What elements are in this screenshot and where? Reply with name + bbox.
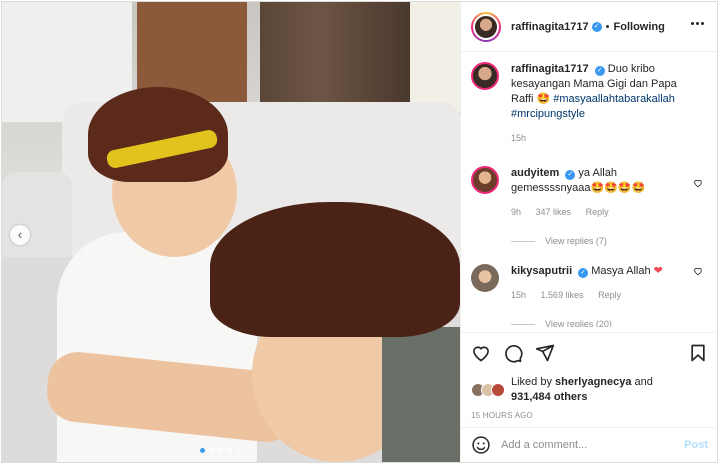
carousel-dots: [200, 448, 241, 453]
comment-time: 15h: [511, 290, 527, 300]
comment-row: audyitem ✓ ya Allah gemessssnyaaa🤩🤩🤩🤩 9h…: [471, 166, 707, 220]
heart-icon[interactable]: [693, 266, 703, 276]
replies-line: [511, 240, 535, 242]
comment-text: Masya Allah: [591, 265, 651, 277]
likers-avatars: [471, 383, 505, 397]
caption-avatar[interactable]: [471, 62, 499, 90]
liked-by-prefix: Liked by: [511, 376, 552, 388]
carousel-dot[interactable]: [227, 448, 232, 453]
add-comment-bar: Post: [461, 427, 718, 462]
more-icon[interactable]: [691, 22, 707, 34]
liker-avatar: [491, 383, 505, 397]
verified-icon: ✓: [594, 66, 605, 76]
caption-username[interactable]: raffinagita1717: [511, 63, 589, 75]
verified-icon: ✓: [591, 21, 602, 32]
comments-list: raffinagita1717 ✓ Duo kribo kesayangan M…: [461, 52, 717, 327]
caption-time: 15h: [511, 133, 527, 143]
commenter-avatar[interactable]: [471, 166, 499, 194]
comment-likes[interactable]: 1.569 likes: [541, 290, 584, 300]
emoji-icon[interactable]: [471, 435, 491, 455]
comment-meta: 15h 1.569 likes Reply: [511, 288, 663, 303]
comment-meta: 9h 347 likes Reply: [511, 205, 691, 220]
post-timestamp[interactable]: 15 HOURS AGO: [471, 411, 708, 420]
view-replies-button[interactable]: View replies (20): [511, 319, 707, 327]
view-replies-label: View replies (7): [545, 236, 607, 246]
bookmark-icon[interactable]: [688, 343, 708, 363]
likes-summary: Liked by sherlyagnecya and 931,484 other…: [471, 375, 708, 405]
commenter-username[interactable]: kikysaputrii: [511, 265, 572, 277]
view-replies-button[interactable]: View replies (7): [511, 236, 707, 246]
commenter-username[interactable]: audyitem: [511, 167, 559, 179]
commenter-avatar[interactable]: [471, 264, 499, 292]
comment-row: kikysaputrii ✓ Masya Allah ❤ 15h 1.569 l…: [471, 264, 707, 303]
comment-body: kikysaputrii ✓ Masya Allah ❤ 15h 1.569 l…: [511, 264, 679, 303]
post-side-panel: raffinagita1717 ✓ • Following raffinagit…: [460, 2, 718, 462]
author-avatar-image: [473, 13, 499, 40]
background-window: [410, 2, 460, 112]
carousel-dot[interactable]: [236, 448, 241, 453]
reply-button[interactable]: Reply: [586, 207, 609, 217]
caption-row: raffinagita1717 ✓ Duo kribo kesayangan M…: [471, 62, 707, 146]
verified-icon: ✓: [565, 170, 576, 180]
younger-boy-wig: [210, 202, 460, 337]
comment-body: audyitem ✓ ya Allah gemessssnyaaa🤩🤩🤩🤩 9h…: [511, 166, 707, 220]
hashtag-link[interactable]: #masyaallahtabarakallah: [553, 93, 675, 105]
comment-icon[interactable]: [503, 343, 523, 363]
likes-count[interactable]: 931,484 others: [511, 391, 587, 403]
author-avatar[interactable]: [471, 11, 501, 42]
post-button[interactable]: Post: [684, 439, 708, 451]
carousel-dot[interactable]: [200, 448, 205, 453]
younger-boy-shirt: [382, 327, 460, 462]
share-icon[interactable]: [535, 343, 555, 363]
view-replies-label: View replies (20): [545, 319, 612, 327]
caption-meta: 15h: [511, 131, 691, 146]
carousel-dot[interactable]: [218, 448, 223, 453]
reply-button[interactable]: Reply: [598, 290, 621, 300]
likes-text: Liked by sherlyagnecya and 931,484 other…: [511, 375, 653, 405]
post-photo[interactable]: ‹: [2, 2, 460, 462]
instagram-post-modal: ‹ raffinagita1717 ✓ • Following raffinag…: [1, 1, 718, 463]
author-username[interactable]: raffinagita1717: [511, 21, 589, 33]
heart-icon[interactable]: [471, 343, 491, 363]
heart-icon[interactable]: [693, 178, 703, 188]
liked-by-and: and: [634, 376, 653, 388]
comment-input[interactable]: [501, 439, 685, 451]
following-button[interactable]: Following: [614, 21, 665, 33]
replies-line: [511, 323, 535, 325]
header-separator: •: [605, 20, 610, 33]
chevron-left-icon[interactable]: ‹: [10, 225, 30, 245]
action-icons: [471, 339, 708, 367]
post-header: raffinagita1717 ✓ • Following: [461, 2, 717, 52]
liker-username[interactable]: sherlyagnecya: [555, 376, 631, 388]
comment-time: 9h: [511, 207, 522, 217]
comment-likes[interactable]: 347 likes: [536, 207, 572, 217]
verified-icon: ✓: [578, 268, 589, 278]
hashtag-link[interactable]: #mrcipungstyle: [511, 108, 585, 120]
carousel-dot[interactable]: [209, 448, 214, 453]
red-heart-emoji: ❤: [653, 265, 663, 277]
caption-body: raffinagita1717 ✓ Duo kribo kesayangan M…: [511, 62, 707, 146]
post-actions: Liked by sherlyagnecya and 931,484 other…: [461, 332, 718, 420]
